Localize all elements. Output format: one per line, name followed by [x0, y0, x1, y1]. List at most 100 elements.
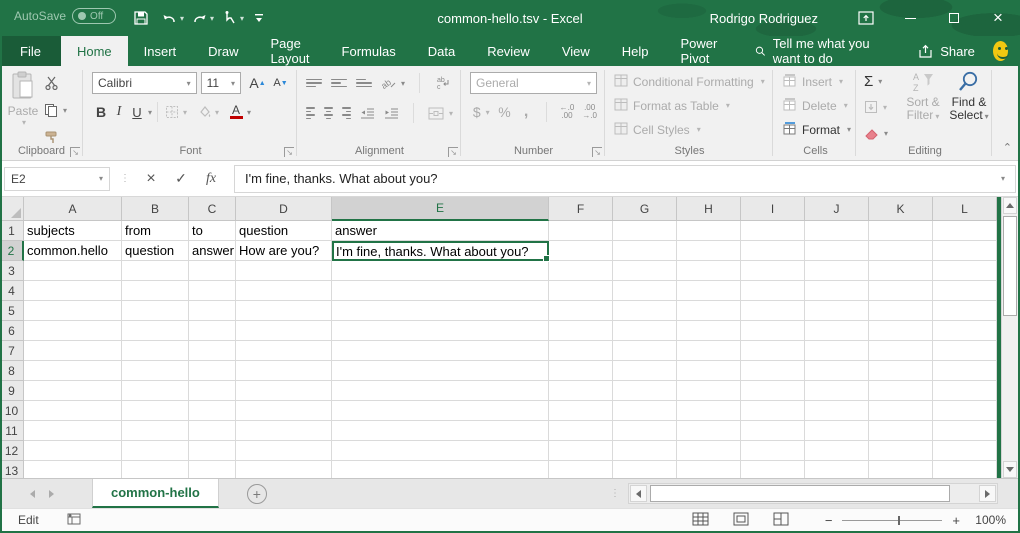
- user-name[interactable]: Rodrigo Rodriguez: [710, 11, 818, 26]
- enter-button[interactable]: ✓: [170, 168, 192, 190]
- button-cell-styles[interactable]: Cell Styles▾: [614, 119, 765, 140]
- cell-E6[interactable]: [332, 321, 549, 341]
- share-button[interactable]: Share: [918, 36, 975, 66]
- cell-K5[interactable]: [869, 301, 933, 321]
- row-header-11[interactable]: 11: [0, 421, 24, 441]
- column-header-L[interactable]: L: [933, 197, 997, 221]
- cell-D8[interactable]: [236, 361, 332, 381]
- cell-G13[interactable]: [613, 461, 677, 478]
- cell-D1[interactable]: question: [236, 221, 332, 241]
- cell-L7[interactable]: [933, 341, 997, 361]
- formula-bar-expand[interactable]: ▾: [1001, 174, 1005, 183]
- zoom-slider[interactable]: [842, 520, 942, 521]
- cell-J10[interactable]: [805, 401, 869, 421]
- cell-L4[interactable]: [933, 281, 997, 301]
- sort-filter-dropdown[interactable]: ▾: [935, 112, 939, 121]
- cell-A10[interactable]: [24, 401, 122, 421]
- row-header-7[interactable]: 7: [0, 341, 24, 361]
- column-header-K[interactable]: K: [869, 197, 933, 221]
- button-format-cells[interactable]: Format▾: [783, 119, 851, 140]
- cell-G8[interactable]: [613, 361, 677, 381]
- cell-H1[interactable]: [677, 221, 741, 241]
- next-sheet-button[interactable]: [49, 490, 54, 498]
- select-all-button[interactable]: [0, 197, 24, 221]
- save-button[interactable]: [128, 5, 154, 31]
- font-name-dropdown[interactable]: ▾: [187, 79, 191, 88]
- cell-B13[interactable]: [122, 461, 189, 478]
- middle-align-button[interactable]: [331, 79, 347, 88]
- fill-button[interactable]: ▾: [864, 96, 888, 118]
- cell-A5[interactable]: [24, 301, 122, 321]
- cell-K2[interactable]: [869, 241, 933, 261]
- row-header-1[interactable]: 1: [0, 221, 24, 241]
- cell-J7[interactable]: [805, 341, 869, 361]
- cell-I1[interactable]: [741, 221, 805, 241]
- cell-K1[interactable]: [869, 221, 933, 241]
- increase-indent-button[interactable]: [384, 104, 399, 122]
- cell-L2[interactable]: [933, 241, 997, 261]
- cell-F7[interactable]: [549, 341, 613, 361]
- scroll-up-button[interactable]: [1003, 197, 1017, 214]
- button-conditional-formatting[interactable]: Conditional Formatting▾: [614, 71, 765, 92]
- zoom-level[interactable]: 100%: [970, 513, 1006, 527]
- cell-I7[interactable]: [741, 341, 805, 361]
- number-format-dropdown[interactable]: ▾: [587, 79, 591, 88]
- row-header-6[interactable]: 6: [0, 321, 24, 341]
- cell-styles-dropdown[interactable]: ▾: [697, 125, 701, 134]
- tab-draw[interactable]: Draw: [192, 36, 254, 66]
- cell-D9[interactable]: [236, 381, 332, 401]
- vertical-scroll-thumb[interactable]: [1003, 216, 1017, 316]
- merge-center-button[interactable]: ▾: [428, 102, 453, 124]
- cell-L9[interactable]: [933, 381, 997, 401]
- cell-E1[interactable]: answer: [332, 221, 549, 241]
- cell-B7[interactable]: [122, 341, 189, 361]
- horizontal-scrollbar[interactable]: [628, 483, 998, 504]
- cell-G11[interactable]: [613, 421, 677, 441]
- delete-cells-dropdown[interactable]: ▾: [844, 101, 848, 110]
- cell-D6[interactable]: [236, 321, 332, 341]
- tab-data[interactable]: Data: [412, 36, 471, 66]
- insert-function-button[interactable]: fx: [200, 168, 222, 190]
- cell-E4[interactable]: [332, 281, 549, 301]
- cell-L11[interactable]: [933, 421, 997, 441]
- cell-G6[interactable]: [613, 321, 677, 341]
- accounting-dropdown[interactable]: ▾: [486, 108, 490, 117]
- cell-B11[interactable]: [122, 421, 189, 441]
- button-delete-cells[interactable]: Delete▾: [783, 95, 851, 116]
- font-color-dropdown[interactable]: ▾: [247, 108, 251, 117]
- cell-F10[interactable]: [549, 401, 613, 421]
- close-button[interactable]: ×: [976, 0, 1020, 36]
- row-header-12[interactable]: 12: [0, 441, 24, 461]
- scroll-right-button[interactable]: [979, 485, 996, 502]
- cell-C10[interactable]: [189, 401, 236, 421]
- button-format-as-table[interactable]: Format as Table▾: [614, 95, 765, 116]
- cell-A4[interactable]: [24, 281, 122, 301]
- collapse-ribbon-button[interactable]: ⌃: [1003, 141, 1012, 154]
- cell-K12[interactable]: [869, 441, 933, 461]
- cell-F3[interactable]: [549, 261, 613, 281]
- cell-F2[interactable]: [549, 241, 613, 261]
- column-header-E[interactable]: E: [332, 197, 549, 221]
- cell-B5[interactable]: [122, 301, 189, 321]
- tab-power-pivot[interactable]: Power Pivot: [665, 36, 734, 66]
- page-break-preview-button[interactable]: [773, 512, 789, 529]
- cell-E9[interactable]: [332, 381, 549, 401]
- alignment-dialog-launcher[interactable]: ↘: [448, 147, 458, 157]
- cell-I12[interactable]: [741, 441, 805, 461]
- cell-H11[interactable]: [677, 421, 741, 441]
- cell-G9[interactable]: [613, 381, 677, 401]
- align-left-button[interactable]: [306, 107, 315, 119]
- row-header-4[interactable]: 4: [0, 281, 24, 301]
- cell-G1[interactable]: [613, 221, 677, 241]
- cell-B8[interactable]: [122, 361, 189, 381]
- cell-J5[interactable]: [805, 301, 869, 321]
- number-dialog-launcher[interactable]: ↘: [592, 147, 602, 157]
- cell-K6[interactable]: [869, 321, 933, 341]
- undo-button[interactable]: [156, 5, 182, 31]
- cell-B9[interactable]: [122, 381, 189, 401]
- cell-I9[interactable]: [741, 381, 805, 401]
- bottom-align-button[interactable]: [356, 79, 372, 88]
- cell-C8[interactable]: [189, 361, 236, 381]
- cell-E5[interactable]: [332, 301, 549, 321]
- cell-E3[interactable]: [332, 261, 549, 281]
